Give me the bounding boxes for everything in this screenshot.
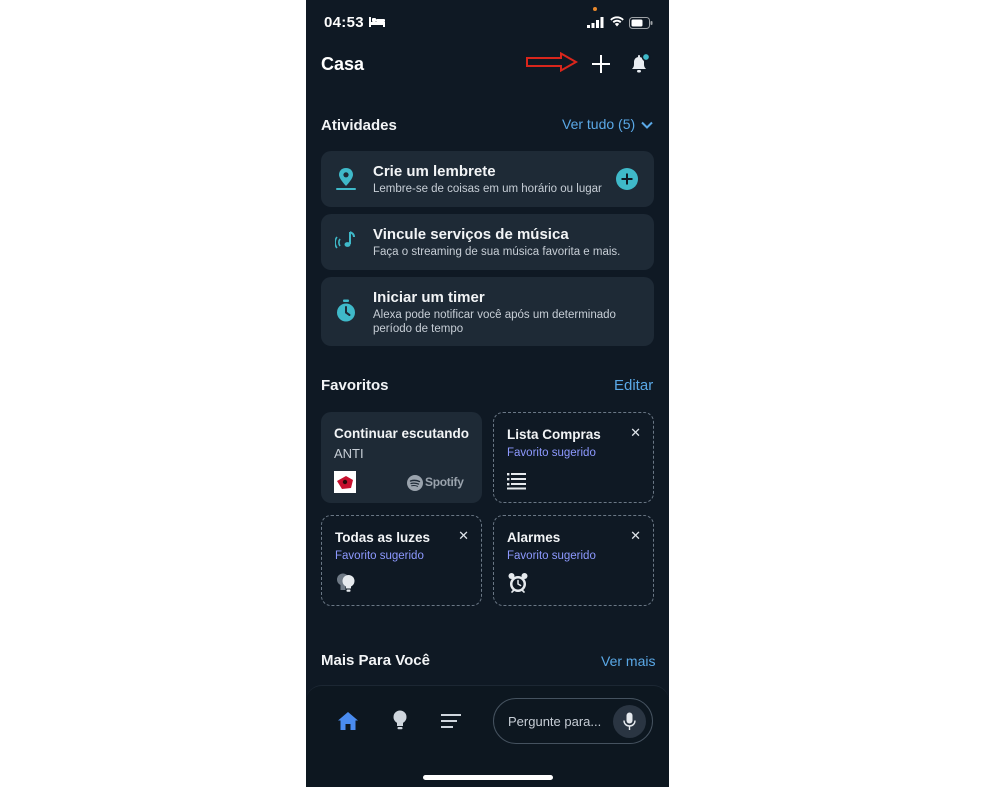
favorite-title: Continuar escutando bbox=[334, 426, 470, 441]
wifi-icon bbox=[610, 16, 624, 27]
microphone-icon bbox=[623, 712, 636, 730]
favorite-title: Alarmes bbox=[507, 530, 561, 545]
favorite-card-alarms[interactable]: Alarmes ✕ Favorito sugerido bbox=[493, 515, 654, 606]
lightbulbs-icon bbox=[337, 573, 355, 592]
activity-subtitle: Faça o streaming de sua música favorita … bbox=[373, 246, 621, 258]
list-icon bbox=[507, 473, 526, 490]
spotify-label: Spotify bbox=[425, 475, 464, 489]
status-time: 04:53 bbox=[324, 14, 364, 31]
edit-favorites-link[interactable]: Editar bbox=[614, 377, 653, 394]
notifications-bell-icon[interactable] bbox=[627, 52, 651, 76]
annotation-arrow-icon bbox=[526, 52, 579, 72]
add-button[interactable] bbox=[590, 53, 612, 75]
activity-title: Crie um lembrete bbox=[373, 163, 496, 180]
close-icon[interactable]: ✕ bbox=[630, 528, 641, 544]
favorite-subtitle: Favorito sugerido bbox=[507, 550, 596, 562]
menu-lines-icon[interactable] bbox=[441, 713, 461, 729]
timer-icon bbox=[337, 299, 355, 322]
add-reminder-button[interactable] bbox=[616, 168, 638, 190]
activity-title: Vincule serviços de música bbox=[373, 226, 569, 243]
album-name: ANTI bbox=[334, 446, 364, 461]
phone-screen: 04:53 Casa Atividades Ver tudo (5) Crie … bbox=[306, 0, 669, 787]
devices-lightbulb-icon[interactable] bbox=[392, 710, 408, 732]
see-all-label: Ver tudo (5) bbox=[562, 116, 636, 132]
close-icon[interactable]: ✕ bbox=[630, 425, 641, 441]
activity-card-music[interactable]: Vincule serviços de música Faça o stream… bbox=[321, 214, 654, 270]
favorite-card-all-lights[interactable]: Todas as luzes ✕ Favorito sugerido bbox=[321, 515, 482, 606]
ask-placeholder: Pergunte para... bbox=[508, 714, 602, 729]
favorite-card-shopping-list[interactable]: Lista Compras ✕ Favorito sugerido bbox=[493, 412, 654, 503]
favorite-subtitle: Favorito sugerido bbox=[335, 550, 424, 562]
music-note-icon bbox=[335, 231, 355, 249]
battery-icon bbox=[629, 17, 653, 29]
microphone-button[interactable] bbox=[613, 705, 646, 738]
spotify-icon bbox=[407, 475, 423, 491]
favorite-title: Lista Compras bbox=[507, 427, 601, 442]
cellular-signal-icon bbox=[587, 17, 604, 28]
activity-subtitle: Alexa pode notificar você após um determ… bbox=[373, 309, 616, 335]
alarm-clock-icon bbox=[508, 573, 528, 593]
activity-subtitle: Lembre-se de coisas em um horário ou lug… bbox=[373, 183, 602, 195]
favorite-subtitle: Favorito sugerido bbox=[507, 447, 596, 459]
activity-card-timer[interactable]: Iniciar um timer Alexa pode notificar vo… bbox=[321, 277, 654, 346]
activity-card-reminder[interactable]: Crie um lembrete Lembre-se de coisas em … bbox=[321, 151, 654, 207]
bed-icon bbox=[369, 17, 385, 27]
close-icon[interactable]: ✕ bbox=[458, 528, 469, 544]
favorite-card-continue-listening[interactable]: Continuar escutando ANTI Spotify bbox=[321, 412, 482, 503]
page-title: Casa bbox=[321, 54, 365, 74]
home-icon[interactable] bbox=[337, 711, 359, 731]
home-indicator[interactable] bbox=[423, 775, 553, 780]
album-art-icon bbox=[334, 471, 356, 493]
ask-alexa-input[interactable]: Pergunte para... bbox=[493, 698, 653, 744]
privacy-indicator-dot bbox=[593, 7, 597, 11]
favorites-section-title: Favoritos bbox=[321, 377, 389, 394]
chevron-down-icon bbox=[641, 122, 653, 130]
see-more-link[interactable]: Ver mais bbox=[601, 653, 655, 669]
favorite-title: Todas as luzes bbox=[335, 530, 431, 545]
activities-section-title: Atividades bbox=[321, 117, 397, 134]
bottom-navigation-bar: Pergunte para... bbox=[306, 685, 669, 787]
more-for-you-section-title: Mais Para Você bbox=[321, 652, 430, 669]
see-all-activities-link[interactable]: Ver tudo (5) bbox=[562, 116, 653, 132]
activity-title: Iniciar um timer bbox=[373, 289, 485, 306]
location-pin-icon bbox=[336, 168, 356, 190]
